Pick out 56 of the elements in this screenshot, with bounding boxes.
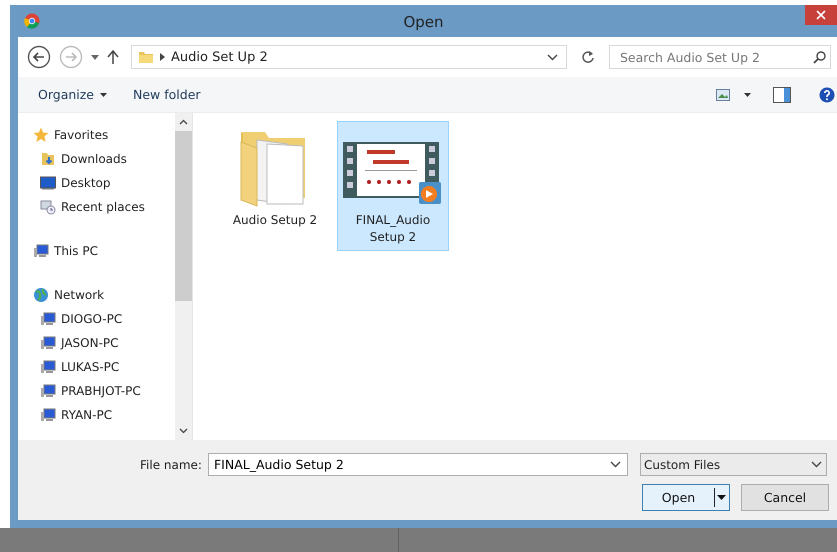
computer-icon (40, 407, 56, 423)
close-icon (816, 10, 826, 20)
help-icon[interactable] (819, 86, 835, 102)
sidebar-item[interactable]: Recent places (18, 195, 145, 219)
dropdown-caret-icon[interactable] (547, 54, 558, 60)
preview-pane-icon[interactable] (773, 86, 791, 102)
file-name-label: File name: (140, 458, 202, 472)
file-type-dropdown[interactable]: Custom Files (640, 453, 827, 476)
search-icon (813, 50, 826, 64)
chevron-icon (160, 53, 165, 61)
download-folder-icon (40, 151, 56, 167)
caret-icon[interactable] (91, 54, 99, 60)
file-name-field[interactable]: FINAL_Audio Setup 2 (208, 453, 628, 476)
sidebar-item[interactable]: LUKAS-PC (18, 355, 120, 379)
computer-icon (40, 359, 56, 375)
scroll-up-icon[interactable] (179, 119, 188, 125)
sidebar-item[interactable]: Network (18, 283, 104, 307)
address-bar[interactable]: Audio Set Up 2 (131, 45, 567, 69)
scrollbar[interactable] (175, 113, 192, 440)
file-item[interactable]: FINAL_Audio Setup 2 (337, 121, 449, 251)
refresh-icon[interactable] (581, 50, 595, 64)
sidebar-item[interactable]: This PC (18, 239, 98, 263)
folder-icon (138, 49, 154, 65)
view-picture-icon[interactable] (716, 88, 730, 100)
sidebar-item[interactable]: PRABHJOT-PC (18, 379, 141, 403)
sidebar-item[interactable]: RYAN-PC (18, 403, 112, 427)
cancel-button[interactable]: Cancel (741, 484, 829, 511)
computer-icon (40, 311, 56, 327)
globe-icon (33, 287, 49, 303)
view-caret-icon[interactable] (744, 92, 751, 96)
computer-icon (40, 335, 56, 351)
window-title: Open (402, 13, 445, 31)
sidebar-item[interactable]: Desktop (18, 171, 110, 195)
file-item[interactable]: Audio Setup 2 (219, 121, 331, 234)
browser-logo-icon (24, 13, 40, 29)
sidebar-item[interactable]: Downloads (18, 147, 127, 171)
caret-icon (717, 495, 726, 500)
sidebar-item[interactable]: Favorites (18, 123, 108, 147)
recent-places-icon (40, 199, 56, 215)
scroll-down-icon[interactable] (179, 428, 188, 434)
caret-icon (100, 92, 107, 96)
star-icon (33, 127, 49, 143)
dropdown-caret-icon (810, 461, 822, 468)
new-folder-button[interactable]: New folder (123, 84, 211, 105)
computer-icon (33, 243, 49, 259)
close-button[interactable] (805, 5, 837, 25)
desktop-icon (40, 176, 56, 190)
search-field[interactable]: Search Audio Set Up 2 (609, 45, 831, 69)
sidebar-item[interactable]: DIOGO-PC (18, 307, 122, 331)
dropdown-caret-icon[interactable] (610, 461, 621, 468)
open-button[interactable]: Open (642, 484, 730, 511)
organize-menu-button[interactable]: Organize (28, 84, 117, 105)
sidebar-item[interactable]: JASON-PC (18, 331, 119, 355)
back-icon[interactable] (27, 45, 51, 69)
computer-icon (40, 383, 56, 399)
up-arrow-icon[interactable] (107, 50, 119, 64)
